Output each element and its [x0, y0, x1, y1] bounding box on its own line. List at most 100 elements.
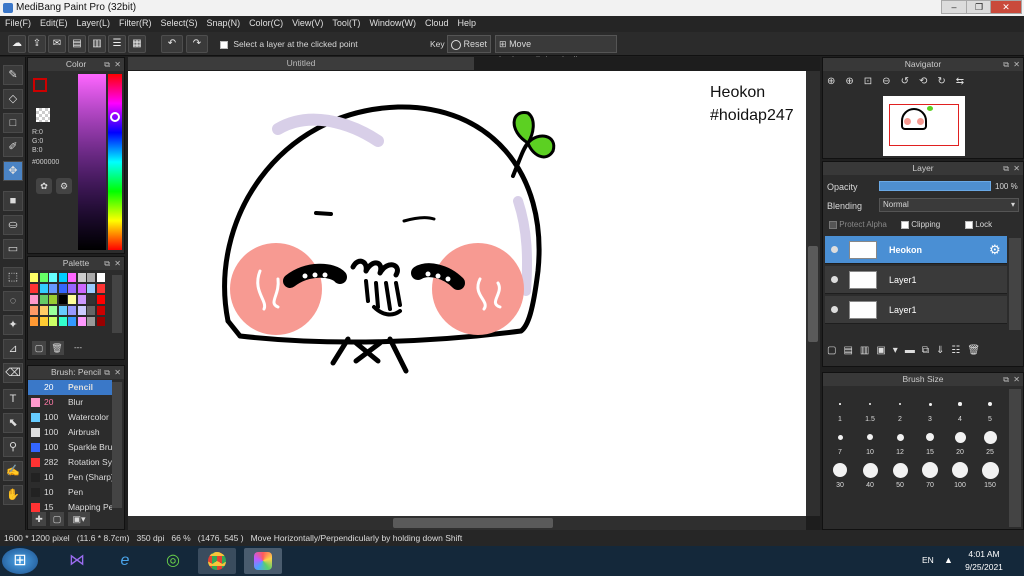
palette-swatch[interactable]	[87, 273, 95, 282]
menu-cloud[interactable]: Cloud	[420, 16, 453, 28]
brush-size-option[interactable]: 7	[825, 426, 855, 456]
new-halftone-layer-icon[interactable]: ▤	[843, 345, 859, 356]
layer-settings-icon[interactable]: ☷	[951, 345, 967, 356]
eyedropper-icon[interactable]: ⚲	[3, 437, 23, 457]
brush-item[interactable]: 10 Pen	[28, 485, 112, 500]
move-tool-icon[interactable]: ✥	[3, 161, 23, 181]
hand-tool-icon[interactable]: ✋	[3, 485, 23, 505]
grid-icon[interactable]: ▦	[128, 35, 146, 53]
brush-size-option[interactable]: 100	[945, 459, 975, 489]
brush-size-option[interactable]: 50	[885, 459, 915, 489]
select-layer-option[interactable]: Select a layer at the clicked point	[220, 39, 358, 49]
brush-item[interactable]: 100 Airbrush	[28, 425, 112, 440]
redo-icon[interactable]: ↷	[186, 35, 208, 53]
flip-icon[interactable]: ⇆	[956, 76, 974, 87]
lock-checkbox[interactable]	[965, 220, 973, 229]
brush-size-option[interactable]: 1.5	[855, 393, 885, 423]
clipping-checkbox[interactable]	[901, 220, 909, 229]
text-tool-icon[interactable]: T	[3, 389, 23, 409]
pen-tool-icon[interactable]: ✐	[3, 137, 23, 157]
brush-size-scrollbar[interactable]	[1009, 389, 1021, 527]
visibility-icon[interactable]	[831, 276, 838, 283]
medibang-icon[interactable]	[244, 548, 282, 574]
palette-scrollbar[interactable]	[112, 275, 122, 333]
lasso-tool-icon[interactable]: ◌	[3, 291, 23, 311]
palette-swatch[interactable]	[58, 317, 67, 326]
menu-file[interactable]: File(F)	[0, 16, 35, 28]
palette-swatch[interactable]	[39, 317, 48, 326]
brush-item[interactable]: 20 Pencil	[28, 380, 112, 395]
primary-color-swatch[interactable]	[33, 78, 47, 92]
palette-swatch[interactable]	[87, 284, 95, 293]
delete-layer-icon[interactable]: 🗑	[967, 345, 987, 356]
menu-window[interactable]: Window(W)	[364, 16, 420, 28]
palette-swatch[interactable]	[58, 295, 67, 304]
popout-icon[interactable]: ⧉	[104, 257, 110, 270]
visual-studio-icon[interactable]: ⋈	[58, 548, 96, 574]
palette-swatch[interactable]	[87, 306, 95, 315]
magic-wand-icon[interactable]: ✦	[3, 315, 23, 335]
palette-swatch[interactable]	[58, 273, 67, 282]
new-palette-icon[interactable]: ▢	[32, 341, 46, 355]
fill-rect-tool-icon[interactable]: ■	[3, 191, 23, 211]
file-icon[interactable]: ▥	[88, 35, 106, 53]
palette-swatch[interactable]	[39, 306, 48, 315]
color-wheel-icon[interactable]: ✿	[36, 178, 52, 194]
transparent-swatch[interactable]	[36, 108, 50, 122]
brush-item[interactable]: 100 Sparkle Brush	[28, 440, 112, 455]
horizontal-scrollbar[interactable]	[128, 516, 806, 530]
start-button[interactable]: ⊞	[2, 548, 38, 574]
brush-size-option[interactable]: 15	[915, 426, 945, 456]
chrome-icon[interactable]	[198, 548, 236, 574]
menu-edit[interactable]: Edit(E)	[35, 16, 72, 28]
brush-scrollbar[interactable]	[112, 382, 122, 508]
brush-size-option[interactable]: 2	[885, 393, 915, 423]
brush-size-option[interactable]: 70	[915, 459, 945, 489]
palette-swatch[interactable]	[77, 295, 86, 304]
fit-window-icon[interactable]: ⊡	[864, 76, 882, 87]
palette-swatch[interactable]	[68, 273, 76, 282]
new-brush-icon[interactable]: ▢	[50, 512, 64, 526]
palette-swatch[interactable]	[39, 295, 48, 304]
palette-swatch[interactable]	[68, 284, 76, 293]
popout-icon[interactable]: ⧉	[104, 366, 110, 379]
drawing-canvas[interactable]: Heokon #hoidap247	[128, 71, 806, 516]
palette-swatch[interactable]	[49, 273, 57, 282]
saturation-value-area[interactable]	[78, 74, 106, 250]
palette-swatch[interactable]	[96, 317, 105, 326]
menu-view[interactable]: View(V)	[287, 16, 327, 28]
merge-down-icon[interactable]: ⇓	[936, 345, 951, 356]
folder-icon[interactable]: ▬	[905, 345, 922, 356]
palette-swatch[interactable]	[49, 317, 57, 326]
zoom-fit-icon[interactable]: ⊕	[827, 76, 845, 87]
palette-swatch[interactable]	[49, 306, 57, 315]
list-icon[interactable]: ☰	[108, 35, 126, 53]
palette-swatch[interactable]	[30, 306, 38, 315]
brush-size-option[interactable]: 40	[855, 459, 885, 489]
rotate-left-icon[interactable]: ↺	[901, 76, 919, 87]
rotate-reset-icon[interactable]: ⟲	[919, 76, 937, 87]
reset-button[interactable]: Reset	[447, 35, 491, 53]
palette-swatch[interactable]	[30, 284, 38, 293]
eraser-tool-icon[interactable]: ◇	[3, 89, 23, 109]
popout-icon[interactable]: ⧉	[1003, 162, 1009, 175]
brush-size-option[interactable]: 1	[825, 393, 855, 423]
brush-size-option[interactable]: 12	[885, 426, 915, 456]
palette-swatch[interactable]	[87, 295, 95, 304]
brush-item[interactable]: 100 Watercolor	[28, 410, 112, 425]
layer-row[interactable]: Layer1	[825, 266, 1007, 294]
palette-swatch[interactable]	[39, 273, 48, 282]
palette-swatch[interactable]	[77, 306, 86, 315]
menu-snap[interactable]: Snap(N)	[202, 16, 245, 28]
palette-swatch[interactable]	[49, 284, 57, 293]
palette-swatch[interactable]	[58, 284, 67, 293]
layer-scrollbar[interactable]	[1009, 238, 1021, 330]
close-icon[interactable]: ✕	[1013, 58, 1020, 71]
palette-swatch[interactable]	[49, 295, 57, 304]
document-icon[interactable]: ▤	[68, 35, 86, 53]
palette-swatch[interactable]	[96, 284, 105, 293]
duplicate-layer-icon[interactable]: ⧉	[922, 345, 936, 356]
brush-item[interactable]: 15 Mapping Pen	[28, 500, 112, 512]
brush-size-option[interactable]: 4	[945, 393, 975, 423]
visibility-icon[interactable]	[831, 306, 838, 313]
